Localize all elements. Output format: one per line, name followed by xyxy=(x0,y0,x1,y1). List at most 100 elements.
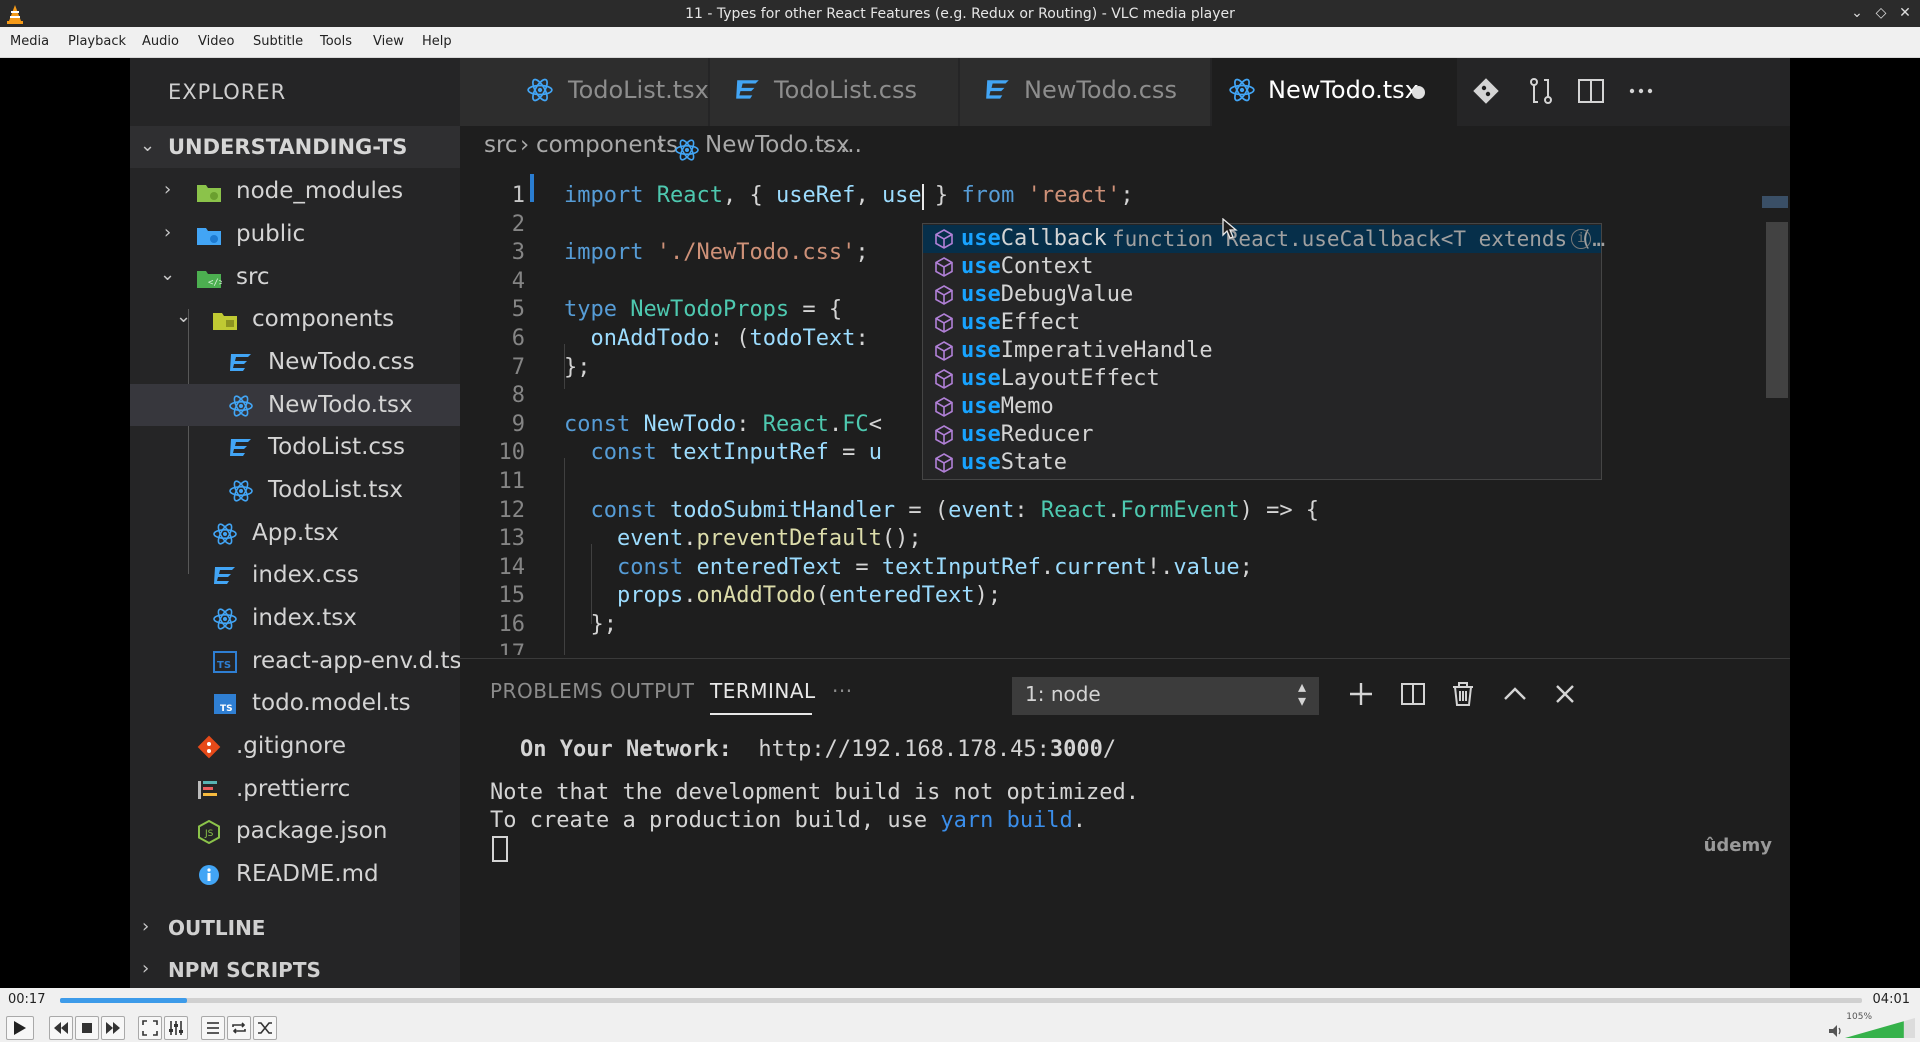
npm-scripts-section[interactable]: › NPM SCRIPTS xyxy=(130,950,460,988)
suggestion-rest: State xyxy=(1000,450,1067,475)
tree-item-index-css[interactable]: index.css xyxy=(130,554,460,596)
panel-tab-terminal[interactable]: TERMINAL xyxy=(710,679,816,703)
tree-item-newtodo-tsx[interactable]: NewTodo.tsx xyxy=(130,384,460,426)
menu-video[interactable]: Video xyxy=(198,34,234,49)
panel-tab-problems[interactable]: PROBLEMS xyxy=(490,679,603,703)
folder-src-icon: </> xyxy=(197,271,222,288)
menu-subtitle[interactable]: Subtitle xyxy=(253,34,303,49)
menu-playback[interactable]: Playback xyxy=(68,34,126,49)
suggestion-item[interactable]: useState xyxy=(923,449,1601,477)
suggestion-item[interactable]: useEffect xyxy=(923,309,1601,337)
tree-item-src[interactable]: ⌄ </> src xyxy=(130,256,460,298)
tab-newtodo-css[interactable]: NewTodo.css xyxy=(960,58,1210,126)
vscode-window: EXPLORER ⌄ UNDERSTANDING-TS › node_modul… xyxy=(130,58,1790,988)
tree-item-prettierrc[interactable]: .prettierrc xyxy=(130,768,460,810)
suggestion-match: use xyxy=(961,310,1001,335)
menu-help[interactable]: Help xyxy=(422,34,452,49)
tab-todolist-tsx[interactable]: TodoList.tsx xyxy=(460,58,709,126)
fullscreen-button[interactable] xyxy=(138,1016,162,1040)
split-terminal-icon[interactable] xyxy=(1398,679,1428,709)
playlist-button[interactable] xyxy=(201,1016,225,1040)
loop-button[interactable] xyxy=(227,1016,251,1040)
tree-item-todolist-tsx[interactable]: TodoList.tsx xyxy=(130,469,460,511)
tree-item-todo-model[interactable]: TS todo.model.ts xyxy=(130,682,460,724)
next-icon xyxy=(106,1022,120,1034)
suggestion-item[interactable]: useContext xyxy=(923,253,1601,281)
git-compare-icon[interactable] xyxy=(1471,76,1501,106)
terminal-note-line: Note that the development build is not o… xyxy=(490,780,1140,805)
code-text: }; xyxy=(564,354,591,380)
unsaved-dot-icon[interactable] xyxy=(1412,86,1425,99)
menu-tools[interactable]: Tools xyxy=(320,34,352,49)
tree-item-components[interactable]: ⌄ components xyxy=(130,298,460,340)
panel-more-icon[interactable]: ··· xyxy=(832,679,853,703)
volume-slider[interactable] xyxy=(1845,1018,1915,1038)
project-name: UNDERSTANDING-TS xyxy=(168,135,408,159)
method-cube-icon xyxy=(935,425,953,445)
open-changes-icon[interactable] xyxy=(1526,76,1556,106)
close-icon[interactable]: ✕ xyxy=(1896,4,1914,22)
outline-section[interactable]: › OUTLINE xyxy=(130,908,460,948)
info-icon[interactable]: i xyxy=(1571,229,1591,249)
menu-audio[interactable]: Audio xyxy=(142,34,179,49)
loop-icon xyxy=(232,1022,246,1034)
terminal-select[interactable]: 1: node ▴ ▾ xyxy=(1012,677,1319,715)
tree-item-gitignore[interactable]: .gitignore xyxy=(130,725,460,767)
play-button[interactable] xyxy=(6,1016,34,1040)
chevron-down-icon: ⌄ xyxy=(176,306,192,327)
explorer-sidebar: EXPLORER ⌄ UNDERSTANDING-TS › node_modul… xyxy=(130,58,462,988)
suggestion-item[interactable]: useMemo xyxy=(923,393,1601,421)
panel-tab-output[interactable]: OUTPUT xyxy=(610,679,695,703)
previous-button[interactable] xyxy=(49,1016,73,1040)
tab-todolist-css[interactable]: TodoList.css xyxy=(710,58,958,126)
split-editor-icon[interactable] xyxy=(1576,76,1606,106)
breadcrumb-item[interactable]: src xyxy=(484,132,518,158)
suggestion-item[interactable]: useDebugValue xyxy=(923,281,1601,309)
speaker-icon[interactable] xyxy=(1828,1024,1844,1038)
stop-button[interactable] xyxy=(75,1016,99,1040)
tree-item-react-app-env[interactable]: TS react-app-env.d.ts xyxy=(130,640,462,682)
maximize-icon[interactable]: ◇ xyxy=(1872,4,1890,22)
breadcrumb-item[interactable]: ... xyxy=(840,132,862,158)
tab-newtodo-tsx[interactable]: NewTodo.tsx xyxy=(1212,58,1457,126)
more-actions-icon[interactable] xyxy=(1626,76,1656,106)
tree-item-label: README.md xyxy=(236,861,379,887)
video-frame[interactable]: EXPLORER ⌄ UNDERSTANDING-TS › node_modul… xyxy=(0,58,1920,988)
tree-item-todolist-css[interactable]: TodoList.css xyxy=(130,426,460,468)
tree-item-newtodo-css[interactable]: NewTodo.css xyxy=(130,341,460,383)
suggestion-item[interactable]: useCallback function React.useCallback<T … xyxy=(923,225,1605,253)
editor-scrollbar-thumb[interactable] xyxy=(1766,222,1788,398)
seek-bar[interactable] xyxy=(60,998,1862,1003)
minimize-icon[interactable]: ⌄ xyxy=(1848,4,1866,22)
close-panel-icon[interactable] xyxy=(1550,679,1580,709)
line-number: 7 xyxy=(511,354,525,380)
maximize-panel-icon[interactable] xyxy=(1500,679,1530,709)
tree-item-index-tsx[interactable]: index.tsx xyxy=(130,597,460,639)
chevron-down-icon: ⌄ xyxy=(140,135,156,156)
menu-media[interactable]: Media xyxy=(10,34,49,49)
code-text: onAddTodo: (todoText: xyxy=(590,326,869,351)
method-cube-icon xyxy=(935,313,953,333)
extended-settings-button[interactable] xyxy=(164,1016,188,1040)
project-header[interactable]: ⌄ UNDERSTANDING-TS xyxy=(130,126,460,168)
tree-item-public[interactable]: › public xyxy=(130,213,460,255)
method-cube-icon xyxy=(935,453,953,473)
network-url: http://192.168.178.45: xyxy=(758,737,1050,762)
new-terminal-icon[interactable] xyxy=(1346,679,1376,709)
tree-item-readme[interactable]: README.md xyxy=(130,853,460,895)
shuffle-button[interactable] xyxy=(253,1016,277,1040)
suggestion-label: useLayoutEffect xyxy=(961,366,1160,391)
tree-item-node-modules[interactable]: › node_modules xyxy=(130,170,460,212)
terminal-build-line: To create a production build, use yarn b… xyxy=(490,808,1086,833)
menu-view[interactable]: View xyxy=(373,34,404,49)
overview-ruler-marker xyxy=(1762,196,1788,208)
suggest-widget: useCallback function React.useCallback<T … xyxy=(922,223,1605,480)
shuffle-icon xyxy=(258,1022,272,1034)
suggestion-item[interactable]: useReducer xyxy=(923,421,1601,449)
next-button[interactable] xyxy=(101,1016,125,1040)
tree-item-package-json[interactable]: JS package.json xyxy=(130,810,460,852)
suggestion-item[interactable]: useLayoutEffect xyxy=(923,365,1601,393)
trash-icon[interactable] xyxy=(1448,679,1478,709)
suggestion-item[interactable]: useImperativeHandle xyxy=(923,337,1601,365)
tree-item-app-tsx[interactable]: App.tsx xyxy=(130,512,460,554)
